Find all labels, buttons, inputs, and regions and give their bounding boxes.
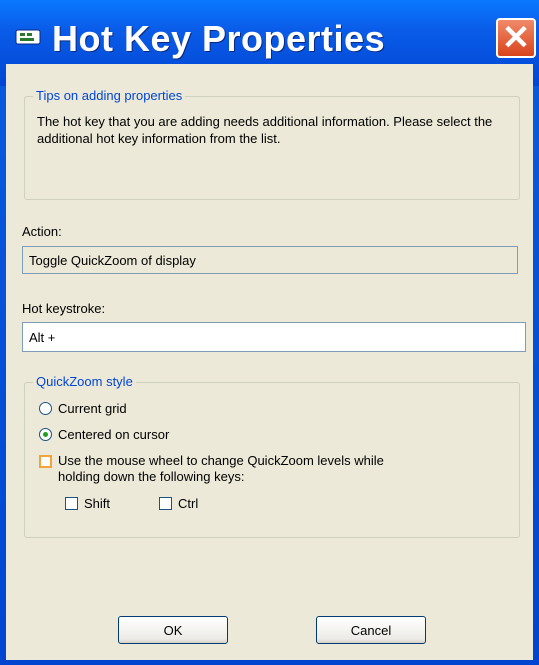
close-icon: ✕ [501,19,531,57]
mouse-wheel-label: Use the mouse wheel to change QuickZoom … [58,453,384,485]
shift-checkbox-row[interactable]: Shift [65,496,110,511]
cancel-button[interactable]: Cancel [316,616,426,644]
dialog-window: Hot Key Properties ✕ Tips on adding prop… [0,0,539,665]
hotkey-label: Hot keystroke: [22,301,106,316]
mouse-wheel-label-line2: holding down the following keys: [58,469,245,484]
radio-centered-on-cursor-circle[interactable] [39,428,52,441]
tips-text: The hot key that you are adding needs ad… [37,114,493,146]
quickzoom-groupbox: QuickZoom style Current grid Centered on… [24,374,520,538]
tips-legend: Tips on adding properties [33,88,186,103]
window-app-icon [15,29,41,45]
action-field: Toggle QuickZoom of display [22,246,518,274]
ok-button[interactable]: OK [118,616,228,644]
window-title: Hot Key Properties [52,18,386,59]
mouse-wheel-label-line1: Use the mouse wheel to change QuickZoom … [58,453,384,468]
quickzoom-legend: QuickZoom style [33,374,136,389]
close-button[interactable]: ✕ [496,18,536,58]
radio-centered-on-cursor[interactable]: Centered on cursor [39,427,169,442]
mouse-wheel-checkbox[interactable] [39,455,52,468]
ctrl-checkbox[interactable] [159,497,172,510]
radio-centered-on-cursor-label: Centered on cursor [58,427,170,442]
action-label: Action: [22,224,62,239]
shift-checkbox[interactable] [65,497,78,510]
ctrl-checkbox-row[interactable]: Ctrl [159,496,198,511]
shift-label: Shift [84,496,111,511]
radio-current-grid-label: Current grid [58,401,127,416]
dialog-client-area: Tips on adding properties The hot key th… [6,64,533,660]
mouse-wheel-checkbox-row[interactable]: Use the mouse wheel to change QuickZoom … [39,453,384,485]
radio-current-grid[interactable]: Current grid [39,401,127,416]
ctrl-label: Ctrl [178,496,199,511]
tips-groupbox: Tips on adding properties The hot key th… [24,88,520,200]
radio-current-grid-circle[interactable] [39,402,52,415]
hotkey-input[interactable] [22,322,526,352]
